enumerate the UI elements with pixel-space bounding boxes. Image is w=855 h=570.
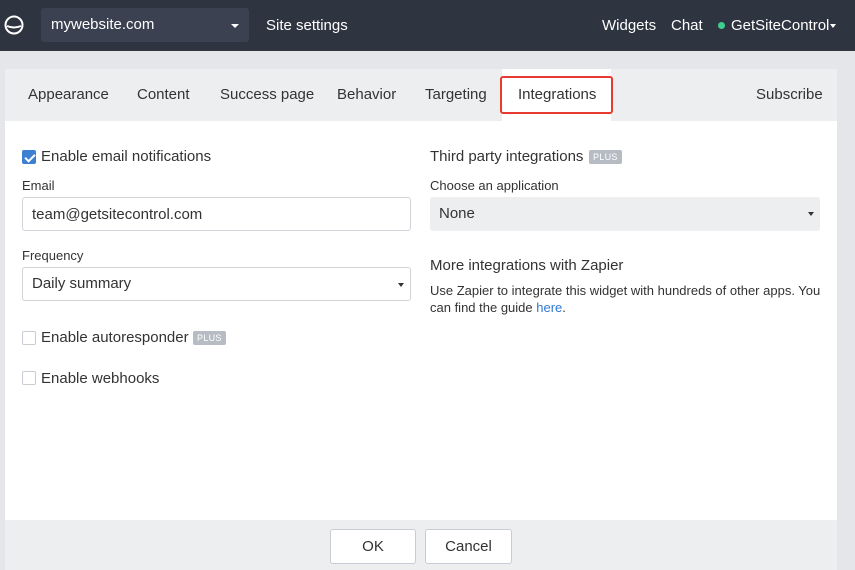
email-label: Email <box>22 178 55 193</box>
chevron-down-icon[interactable] <box>830 24 836 28</box>
chat-link[interactable]: Chat <box>671 0 703 51</box>
frequency-select[interactable]: Daily summary <box>22 267 411 301</box>
tab-success-page[interactable]: Success page <box>220 69 314 121</box>
frequency-selected-value: Daily summary <box>32 275 132 292</box>
email-notifications-label: Enable email notifications <box>41 148 212 165</box>
autoresponder-label: Enable autoresponder <box>41 329 189 346</box>
dialog-footer: OK Cancel <box>5 520 837 570</box>
widgets-link[interactable]: Widgets <box>602 0 656 51</box>
chevron-down-icon <box>231 24 239 28</box>
webhooks-checkbox[interactable] <box>22 371 36 385</box>
email-input[interactable] <box>22 197 411 231</box>
plus-badge: PLUS <box>193 331 226 345</box>
site-selector-label: mywebsite.com <box>51 16 155 33</box>
plus-badge: PLUS <box>589 150 622 164</box>
site-settings-link[interactable]: Site settings <box>266 0 348 51</box>
application-selected-value: None <box>439 205 475 222</box>
tab-content[interactable]: Content <box>137 69 190 121</box>
application-select[interactable]: None <box>430 197 820 231</box>
webhooks-label: Enable webhooks <box>41 370 160 387</box>
tab-behavior[interactable]: Behavior <box>337 69 396 121</box>
top-bar: mywebsite.com Site settings Widgets Chat… <box>0 0 855 51</box>
choose-application-label: Choose an application <box>430 178 559 193</box>
ok-button[interactable]: OK <box>330 529 416 564</box>
widget-settings-panel: Appearance Content Success page Behavior… <box>5 69 837 570</box>
zapier-description: Use Zapier to integrate this widget with… <box>430 283 825 316</box>
zapier-description-text: Use Zapier to integrate this widget with… <box>430 283 821 315</box>
online-status-icon <box>718 22 725 29</box>
account-menu[interactable]: GetSiteControl <box>731 0 829 51</box>
panel-right-edge <box>837 51 855 570</box>
tab-appearance[interactable]: Appearance <box>28 69 109 121</box>
cancel-button[interactable]: Cancel <box>425 529 512 564</box>
tab-bar: Appearance Content Success page Behavior… <box>5 69 837 121</box>
email-notifications-checkbox[interactable] <box>22 150 36 164</box>
zapier-description-end: . <box>562 299 566 315</box>
frequency-label: Frequency <box>22 248 84 263</box>
zapier-heading: More integrations with Zapier <box>430 257 624 274</box>
tab-integrations[interactable]: Integrations <box>502 69 611 121</box>
site-selector[interactable]: mywebsite.com <box>41 8 249 42</box>
chevron-down-icon <box>808 212 814 216</box>
third-party-heading: Third party integrations <box>430 148 584 165</box>
autoresponder-checkbox[interactable] <box>22 331 36 345</box>
tab-targeting[interactable]: Targeting <box>425 69 487 121</box>
chevron-down-icon <box>398 283 404 287</box>
tab-subscribe[interactable]: Subscribe <box>756 69 823 121</box>
logo-icon[interactable] <box>4 15 24 35</box>
zapier-guide-link[interactable]: here <box>536 300 562 315</box>
